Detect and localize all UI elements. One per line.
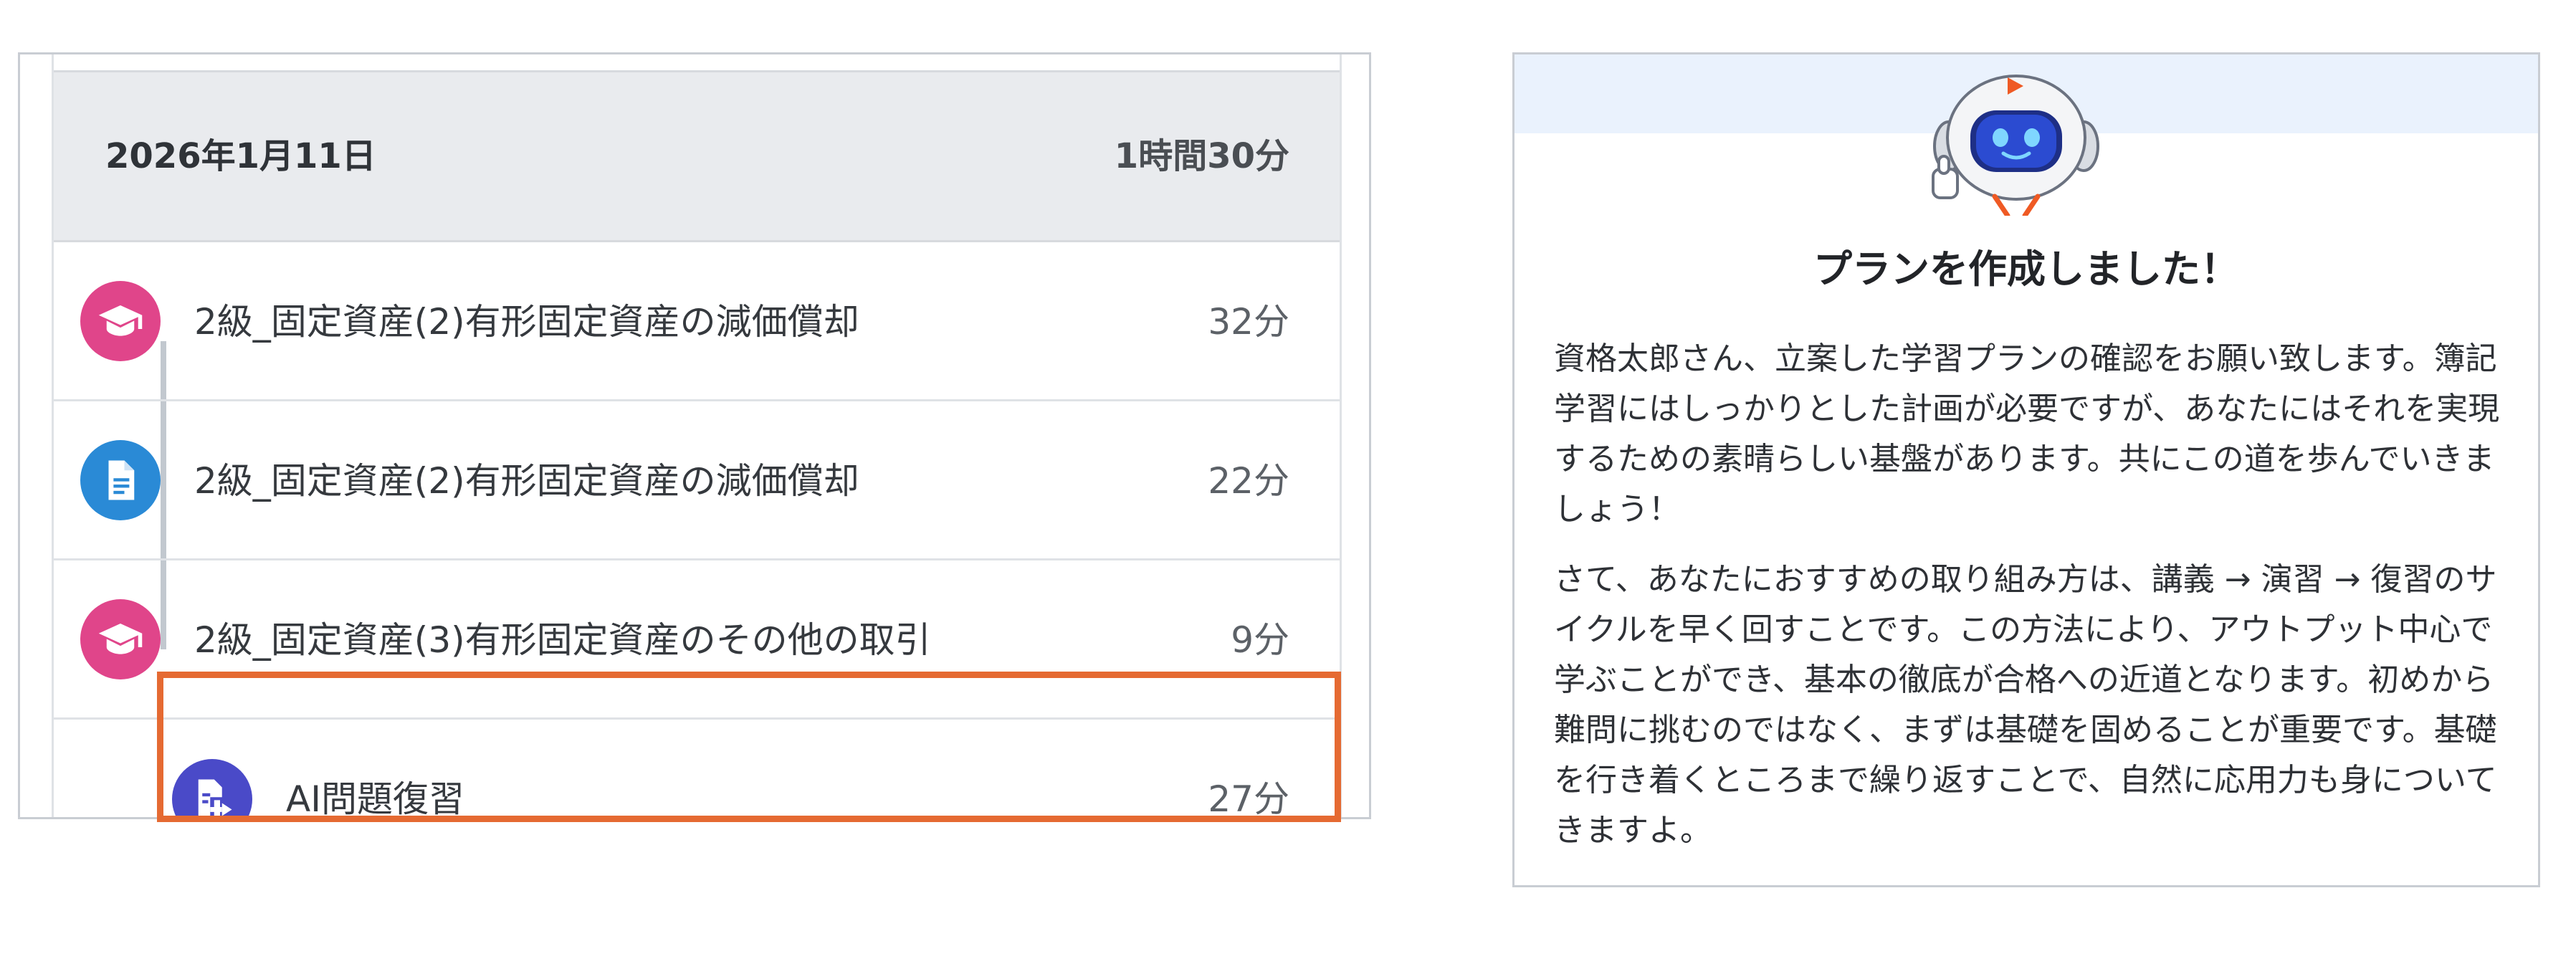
message-title: プランを作成しました！ [1813,247,2239,292]
schedule-item-title: 2級_固定資産(2)有形固定資産の減価償却 [194,460,859,502]
day-total-time: 1時間30分 [1114,136,1289,176]
schedule-item-minutes: 32分 [1208,301,1289,343]
document-icon [80,439,161,520]
robot-mascot-icon [1932,75,2099,216]
day-header: 2026年1月11日 1時間30分 [54,70,1340,242]
graduation-cap-icon [80,280,161,361]
schedule-item[interactable]: 2級_固定資産(2)有形固定資産の減価償却 32分 [54,242,1340,401]
graduation-cap-icon [80,598,161,679]
message-paragraph: 資格太郎さん、立案した学習プランの確認をお願い致します。簿記学習にはしっかりとし… [1554,340,2500,528]
schedule-item-title: 2級_固定資産(2)有形固定資産の減価償却 [194,301,859,343]
ai-message-card: プランを作成しました！ 資格太郎さん、立案した学習プランの確認をお願い致します。… [1512,52,2540,887]
message-paragraph: さて、あなたにおすすめの取り組み方は、講義 → 演習 → 復習のサイクルを早く回… [1554,561,2497,849]
day-date: 2026年1月11日 [105,136,376,176]
schedule-item[interactable]: 2級_固定資産(2)有形固定資産の減価償却 22分 [54,401,1340,560]
message-body: 資格太郎さん、立案した学習プランの確認をお願い致します。簿記学習にはしっかりとし… [1554,334,2514,876]
highlight-frame [157,672,1341,822]
schedule-item-minutes: 22分 [1208,460,1289,502]
